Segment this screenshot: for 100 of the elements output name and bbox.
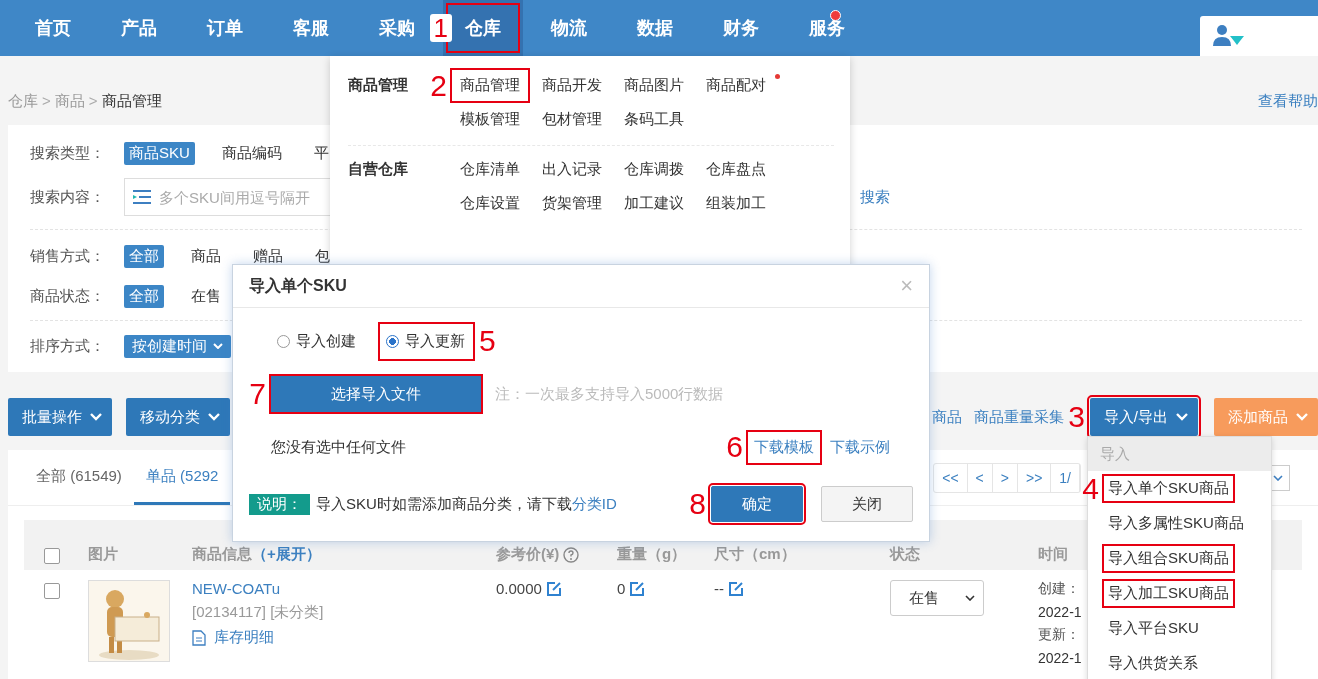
table-cell: --: [714, 580, 724, 597]
choose-file-button[interactable]: 选择导入文件: [271, 376, 481, 412]
step-number: 4: [1082, 473, 1099, 504]
menu-item[interactable]: 导入组合SKU商品: [1104, 546, 1233, 571]
download-link[interactable]: 下载模板: [748, 431, 820, 463]
product-code: [02134117] [未分类]: [192, 603, 324, 622]
menu-header: 导入: [1088, 437, 1271, 471]
edit-icon[interactable]: [728, 580, 744, 597]
menu-item[interactable]: 组装加工: [698, 188, 774, 219]
nav-tab[interactable]: 首页: [27, 0, 79, 56]
filter-option[interactable]: 平: [308, 141, 334, 165]
dialog-title: 导入单个SKU: [249, 275, 347, 296]
menu-item[interactable]: 仓库盘点: [698, 154, 774, 185]
nav-tab[interactable]: 客服: [285, 0, 337, 56]
menu-item[interactable]: 出入记录: [534, 154, 610, 185]
menu-item[interactable]: 货架管理: [534, 188, 610, 219]
menu-item[interactable]: 模板管理: [452, 104, 528, 135]
stock-detail-link[interactable]: 库存明细: [214, 628, 274, 647]
checkbox[interactable]: [44, 548, 60, 564]
updated-label: 更新：: [1038, 626, 1080, 644]
tab[interactable]: 全部 (61549): [24, 450, 134, 505]
toolbar-link[interactable]: 商品: [931, 407, 962, 427]
nav-tab[interactable]: 采购: [371, 0, 423, 56]
page-button[interactable]: <: [967, 463, 993, 492]
caret-icon: [1296, 413, 1308, 421]
nav-tab[interactable]: 数据: [629, 0, 681, 56]
filter-label: 搜索内容：: [30, 187, 106, 207]
help-link[interactable]: 查看帮助: [1258, 92, 1318, 111]
filter-option[interactable]: 全部: [124, 284, 164, 308]
info-text: 导入SKU时如需添加商品分类，请下载分类ID: [316, 494, 617, 514]
page-button[interactable]: 1/: [1051, 463, 1080, 492]
menu-item[interactable]: 包材管理: [534, 104, 610, 135]
caret-icon: [90, 413, 102, 421]
menu-item[interactable]: 导入供货关系: [1104, 651, 1202, 676]
caret-icon: [213, 343, 223, 349]
nav-tab[interactable]: 物流: [543, 0, 595, 56]
menu-item[interactable]: 条码工具: [616, 104, 692, 135]
caret-icon: [208, 413, 220, 421]
step-number: 2: [430, 70, 447, 101]
filter-option[interactable]: 商品SKU: [124, 141, 195, 165]
page-button[interactable]: >>: [1017, 463, 1052, 492]
radio-option[interactable]: 导入更新: [380, 323, 473, 359]
document-icon: [192, 629, 206, 646]
edit-icon[interactable]: [629, 580, 646, 597]
breadcrumb-item[interactable]: 商品管理: [101, 92, 162, 109]
filter-label: 销售方式：: [30, 246, 106, 266]
column-header: 时间: [1038, 545, 1068, 564]
filter-option[interactable]: 全部: [124, 244, 164, 268]
list-icon: [133, 190, 151, 204]
radio-option[interactable]: 导入创建: [271, 323, 364, 359]
caret-icon: [1176, 413, 1188, 421]
caret-icon: [1273, 474, 1283, 481]
menu-item[interactable]: 商品图片: [616, 70, 692, 101]
category-id-link[interactable]: 分类ID: [571, 494, 617, 512]
filter-option[interactable]: 在售: [186, 284, 226, 308]
filter-option[interactable]: 商品: [186, 244, 226, 268]
status-select[interactable]: 在售: [890, 580, 984, 616]
radio-button[interactable]: [386, 334, 399, 348]
info-tag: 说明：: [249, 493, 310, 515]
edit-icon[interactable]: [545, 580, 562, 597]
menu-item[interactable]: 商品配对: [698, 70, 774, 101]
nav-tab[interactable]: 服务: [801, 0, 853, 56]
breadcrumb-item[interactable]: 仓库: [8, 92, 38, 109]
nav-tab[interactable]: 产品: [113, 0, 165, 56]
page-button[interactable]: >: [992, 463, 1018, 492]
account-button[interactable]: [1200, 16, 1318, 56]
menu-item[interactable]: 导入单个SKU商品: [1104, 476, 1233, 501]
download-link[interactable]: 下载示例: [824, 431, 896, 463]
step-number: 6: [726, 432, 743, 462]
nav-tab[interactable]: 订单: [199, 0, 251, 56]
user-icon: [1212, 24, 1246, 48]
page-button[interactable]: <<: [934, 463, 968, 492]
nav-tab[interactable]: 财务: [715, 0, 767, 56]
confirm-button[interactable]: 确定: [711, 486, 803, 522]
menu-item[interactable]: 加工建议: [616, 188, 692, 219]
menu-item[interactable]: 商品开发: [534, 70, 610, 101]
toolbar-link[interactable]: 商品重量采集: [973, 407, 1064, 427]
product-sku-link[interactable]: NEW-COATu: [192, 580, 281, 597]
checkbox[interactable]: [44, 583, 60, 599]
search-link[interactable]: 搜索: [860, 187, 890, 207]
menu-item[interactable]: 商品管理: [452, 70, 528, 101]
close-dialog-button[interactable]: 关闭: [821, 486, 913, 522]
menu-item[interactable]: 仓库清单: [452, 154, 528, 185]
filter-option[interactable]: 赠品: [248, 244, 288, 268]
step-number: 1: [429, 14, 452, 42]
breadcrumb-item[interactable]: 商品: [54, 92, 85, 109]
menu-item[interactable]: 导入多属性SKU商品: [1104, 511, 1248, 536]
dropdown-button[interactable]: 移动分类: [126, 398, 230, 436]
radio-label: 导入更新: [405, 331, 465, 351]
step-number: 8: [689, 489, 706, 519]
import-export-button[interactable]: 导入/导出: [1089, 398, 1198, 436]
created-label: 创建：: [1038, 580, 1080, 598]
menu-item[interactable]: 仓库设置: [452, 188, 528, 219]
dropdown-button[interactable]: 批量操作: [8, 398, 112, 436]
menu-item[interactable]: 导入平台SKU: [1104, 616, 1203, 641]
filter-option[interactable]: 商品编码: [216, 141, 287, 165]
sort-dropdown[interactable]: 按创建时间: [124, 334, 231, 358]
menu-item[interactable]: 导入加工SKU商品: [1104, 581, 1233, 606]
menu-group-title: 商品管理: [348, 76, 408, 93]
menu-item[interactable]: 仓库调拨: [616, 154, 692, 185]
